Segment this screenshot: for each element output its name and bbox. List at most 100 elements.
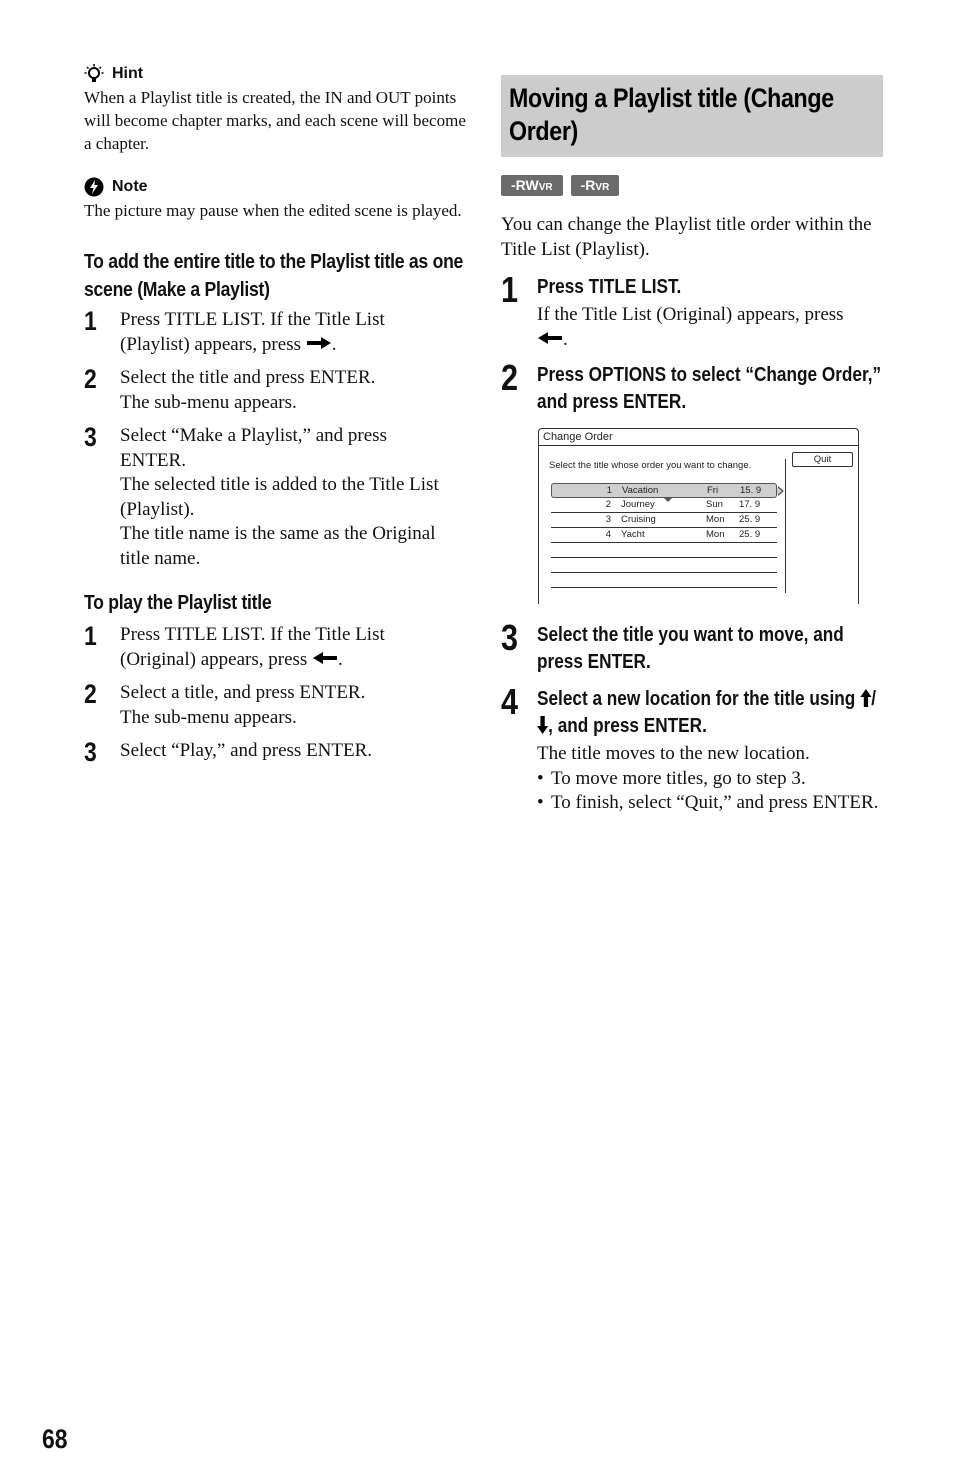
step-title: Select a new location for the title usin… [537, 688, 877, 737]
hint-label: Hint [112, 65, 144, 82]
note-text: The picture may pause when the edited sc… [84, 201, 462, 220]
row-number: 3 [605, 514, 611, 525]
page-number: 68 [42, 1424, 68, 1454]
bullet-text: To move more titles, go to step 3. [551, 767, 806, 789]
step-text: If the Title List (Original) appears, pr… [537, 304, 844, 325]
bullet-item: • To finish, select “Quit,” and press ENT… [537, 791, 883, 816]
make-playlist-step-2: 2 Select the title and press ENTER. The … [84, 366, 469, 415]
badge-main: -RW [511, 177, 539, 193]
row-date: 15. 9 [740, 485, 762, 496]
play-playlist-heading: To play the Playlist title [84, 592, 272, 614]
empty-row [551, 573, 777, 588]
row-title: Yacht [621, 529, 645, 540]
step-number: 2 [84, 364, 97, 394]
make-playlist-step-3: 3 Select “Make a Playlist,” and press EN… [84, 424, 469, 571]
step-text: The title moves to the new location. [537, 743, 810, 764]
step-number: 3 [84, 737, 97, 767]
play-playlist-step-3: 3 Select “Play,” and press ENTER. [84, 737, 469, 767]
submenu-caret-icon [777, 486, 784, 496]
title-row[interactable]: 3 Cruising Mon 25. 9 [551, 513, 777, 528]
step-text: The sub-menu appears. [120, 706, 297, 728]
disc-type-badges: -RWVR -RVR [501, 175, 883, 196]
step-number: 1 [84, 621, 97, 651]
step-text: Select the title and press ENTER. [120, 367, 376, 388]
hint-callout: Hint When a Playlist title is created, t… [84, 62, 469, 155]
play-playlist-step-2: 2 Select a title, and press ENTER. The s… [84, 681, 469, 730]
step-text: The sub-menu appears. [120, 391, 297, 413]
punctuation: . [563, 328, 568, 350]
step-text: (Playlist) appears, press [120, 333, 301, 355]
step-title: Press OPTIONS to select “Change Order,” … [537, 364, 882, 413]
step-text: ENTER. [120, 449, 186, 471]
row-day: Fri [707, 485, 719, 496]
row-date: 25. 9 [739, 514, 761, 525]
left-column: Hint When a Playlist title is created, t… [84, 62, 469, 774]
step-number: 2 [501, 357, 519, 398]
row-number: 1 [606, 485, 612, 496]
lightbulb-icon [84, 64, 104, 82]
step-text: The title name is the same as the Origin… [120, 523, 436, 544]
disc-badge-rw-vr: -RWVR [501, 175, 563, 196]
row-number: 2 [605, 499, 611, 510]
note-callout: Note The picture may pause when the edit… [84, 175, 469, 222]
bullet-dot: • [537, 767, 544, 789]
quit-button[interactable]: Quit [792, 452, 853, 467]
step-title: Select the title you want to move, and p… [537, 624, 844, 673]
bullet-text: To finish, select “Quit,” and press ENTE… [551, 792, 879, 813]
row-number: 4 [605, 529, 611, 540]
disc-badge-r-vr: -RVR [570, 175, 620, 196]
bullet-dot: • [537, 792, 544, 813]
step-text: Select “Make a Playlist,” and press [120, 425, 387, 446]
section-title-banner: Moving a Playlist title (Change Order) [501, 75, 883, 157]
row-day: Mon [706, 529, 725, 540]
empty-row [551, 543, 777, 558]
step-text: The selected title is added to the Title… [120, 474, 439, 495]
left-arrow-icon [538, 332, 562, 345]
step-text: Select a title, and press ENTER. [120, 682, 366, 703]
step-number: 3 [501, 617, 519, 658]
step-number: 2 [84, 679, 97, 709]
make-playlist-step-1: 1 Press TITLE LIST. If the Title List (P… [84, 308, 469, 357]
right-arrow-icon [306, 337, 331, 350]
change-order-step-1: 1 Press TITLE LIST. If the Title List (O… [501, 269, 883, 352]
step-text: Select “Play,” and press ENTER. [120, 740, 373, 761]
step-number: 3 [84, 422, 97, 452]
change-order-step-2: 2 Press OPTIONS to select “Change Order,… [501, 357, 883, 416]
hint-text: When a Playlist title is created, the IN… [84, 88, 466, 153]
step-text: Press TITLE LIST. If the Title List [120, 309, 385, 330]
left-arrow-icon [313, 652, 338, 665]
bullet-item: • To move more titles, go to step 3. [537, 767, 883, 792]
punctuation: . [331, 333, 337, 355]
row-date: 25. 9 [739, 529, 761, 540]
punctuation: . [338, 648, 343, 670]
title-list: 1 Vacation Fri 15. 9 2 Journey Sun 17. 9… [551, 483, 784, 588]
badge-main: -R [580, 177, 596, 193]
note-label: Note [112, 178, 148, 195]
down-arrow-icon [537, 716, 549, 734]
step-title-part: , and press ENTER. [548, 715, 707, 737]
row-title: Journey [621, 499, 655, 510]
step-title-part: Select a new location for the title usin… [537, 688, 861, 710]
row-day: Sun [706, 499, 723, 510]
row-title: Vacation [622, 485, 659, 496]
make-playlist-heading: To add the entire title to the Playlist … [84, 251, 464, 301]
change-order-step-4: 4 Select a new location for the title us… [501, 681, 883, 816]
screen-instruction: Select the title whose order you want to… [549, 460, 752, 471]
title-row[interactable]: 2 Journey Sun 17. 9 [551, 498, 777, 513]
screen-divider [785, 459, 786, 593]
section-title: Moving a Playlist title (Change Order) [509, 83, 834, 146]
title-row-selected[interactable]: 1 Vacation Fri 15. 9 [551, 483, 784, 502]
step-text: (Original) appears, press [120, 648, 308, 670]
change-order-screen: Change Order Select the title whose orde… [538, 428, 859, 604]
row-day: Mon [706, 514, 725, 525]
step-text: Press TITLE LIST. If the Title List [120, 624, 385, 645]
change-order-step-3: 3 Select the title you want to move, and… [501, 617, 883, 676]
step-number: 1 [501, 269, 519, 310]
step-number: 4 [501, 681, 519, 722]
step-number: 1 [84, 306, 97, 336]
title-row[interactable]: 4 Yacht Mon 25. 9 [551, 528, 777, 543]
step-title: Press TITLE LIST. [537, 276, 682, 298]
row-title: Cruising [621, 514, 656, 525]
step-text: (Playlist). [120, 498, 195, 520]
screen-title: Change Order [539, 429, 858, 446]
